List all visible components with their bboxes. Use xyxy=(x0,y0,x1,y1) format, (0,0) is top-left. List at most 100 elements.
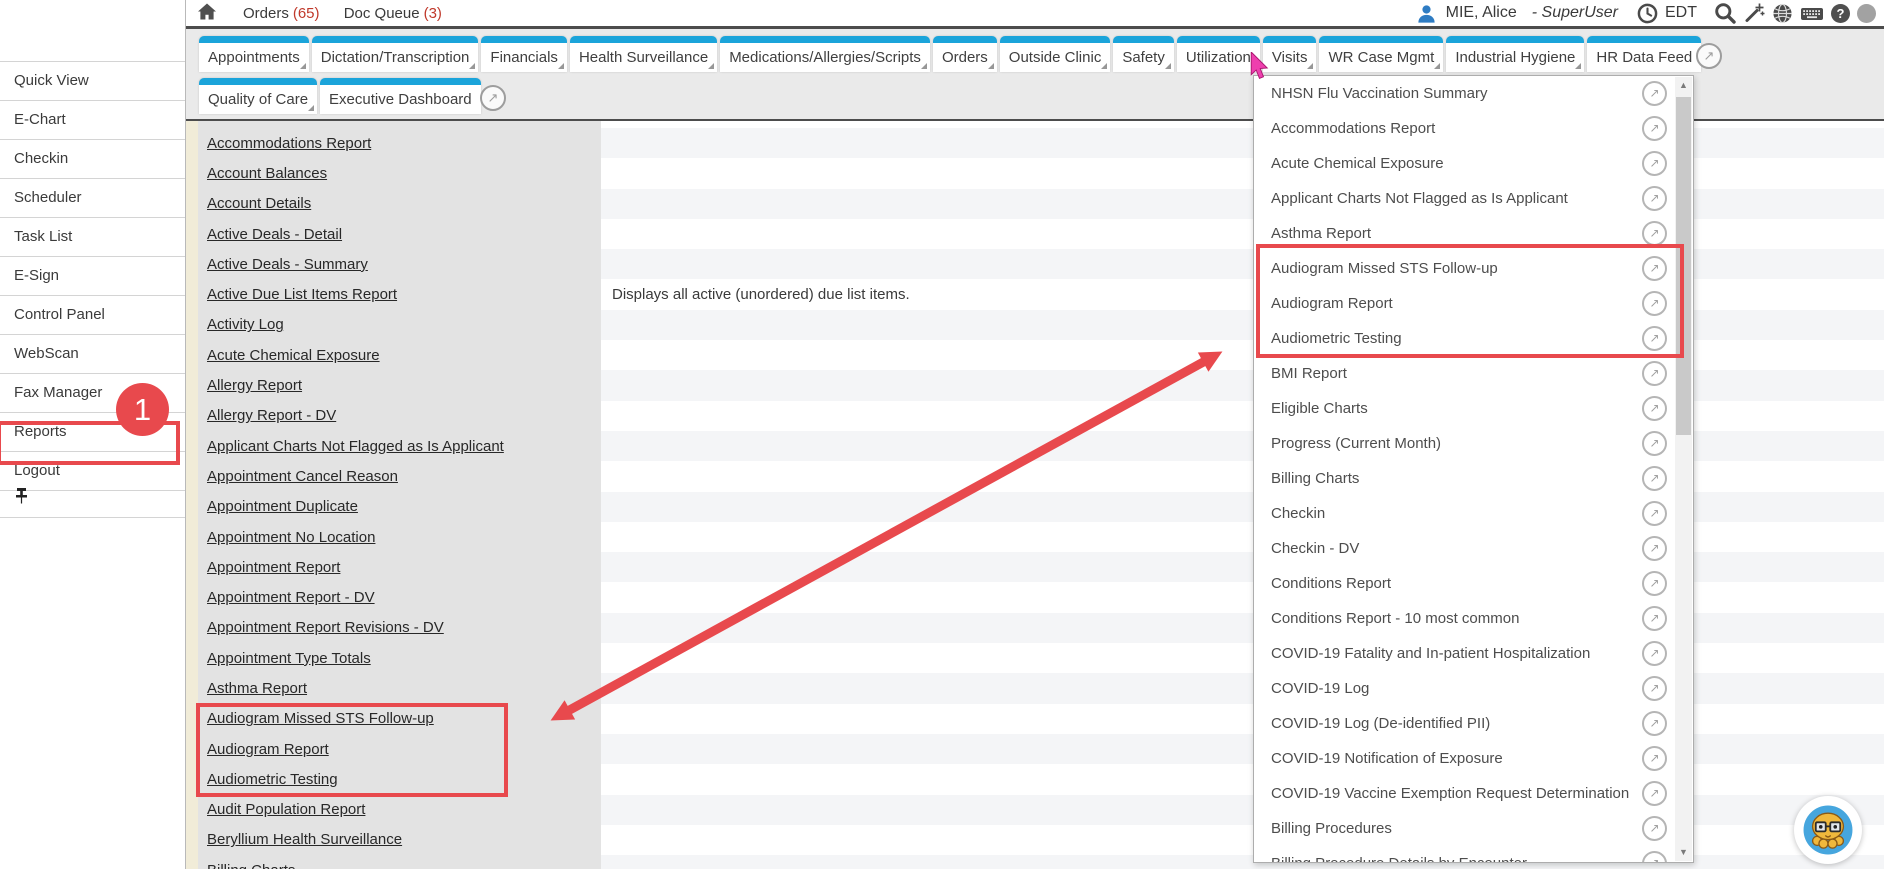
report-link[interactable]: Accommodations Report xyxy=(207,135,371,152)
open-in-new-icon[interactable]: ↗ xyxy=(1642,851,1667,863)
open-in-new-icon[interactable]: ↗ xyxy=(1696,43,1722,69)
menu-item[interactable]: BMI Report ↗ xyxy=(1254,356,1693,391)
home-button[interactable] xyxy=(197,2,217,25)
menu-item[interactable]: COVID-19 Log (De-identified PII) ↗ xyxy=(1254,706,1693,741)
open-in-new-icon[interactable]: ↗ xyxy=(1642,151,1667,176)
menu-item[interactable]: Billing Charts ↗ xyxy=(1254,461,1693,496)
menu-item[interactable]: Checkin ↗ xyxy=(1254,496,1693,531)
menu-item[interactable]: Progress (Current Month) ↗ xyxy=(1254,426,1693,461)
report-link[interactable]: Account Details xyxy=(207,195,311,212)
open-in-new-icon[interactable]: ↗ xyxy=(1642,536,1667,561)
tab[interactable]: Visits xyxy=(1263,36,1317,72)
menu-item[interactable]: Conditions Report ↗ xyxy=(1254,566,1693,601)
sidebar-item[interactable]: Scheduler xyxy=(0,179,185,218)
menu-item[interactable]: Audiometric Testing ↗ xyxy=(1254,321,1693,356)
open-in-new-icon[interactable]: ↗ xyxy=(1642,711,1667,736)
tab[interactable]: Appointments xyxy=(199,36,309,72)
help-icon[interactable]: ? xyxy=(1831,4,1850,23)
report-link[interactable]: Allergy Report xyxy=(207,377,302,394)
open-in-new-icon[interactable]: ↗ xyxy=(1642,116,1667,141)
tab[interactable]: Financials xyxy=(481,36,567,72)
menu-item[interactable]: COVID-19 Vaccine Exemption Request Deter… xyxy=(1254,776,1693,811)
sidebar-item[interactable]: Reports xyxy=(0,413,185,452)
scrollbar-thumb[interactable] xyxy=(1676,97,1691,435)
open-in-new-icon[interactable]: ↗ xyxy=(1642,816,1667,841)
report-link[interactable]: Active Deals - Detail xyxy=(207,226,342,243)
open-in-new-icon[interactable]: ↗ xyxy=(1642,781,1667,806)
open-in-new-icon[interactable]: ↗ xyxy=(1642,256,1667,281)
open-in-new-icon[interactable]: ↗ xyxy=(1642,221,1667,246)
menu-item[interactable]: COVID-19 Log ↗ xyxy=(1254,671,1693,706)
report-link[interactable]: Active Due List Items Report xyxy=(207,286,397,303)
report-link[interactable]: Activity Log xyxy=(207,316,284,333)
report-link[interactable]: Appointment No Location xyxy=(207,529,375,546)
open-in-new-icon[interactable]: ↗ xyxy=(1642,466,1667,491)
report-link[interactable]: Billing Charts xyxy=(207,862,295,869)
open-in-new-icon[interactable]: ↗ xyxy=(1642,291,1667,316)
globe-icon[interactable] xyxy=(1772,3,1793,24)
open-in-new-icon[interactable]: ↗ xyxy=(1642,676,1667,701)
menu-item[interactable]: Billing Procedure Details by Encounter ↗ xyxy=(1254,846,1693,863)
open-in-new-icon[interactable]: ↗ xyxy=(1642,746,1667,771)
tab[interactable]: Executive Dashboard xyxy=(320,78,481,114)
menu-item[interactable]: COVID-19 Fatality and In-patient Hospita… xyxy=(1254,636,1693,671)
report-link[interactable]: Beryllium Health Surveillance xyxy=(207,831,402,848)
menu-item[interactable]: Eligible Charts ↗ xyxy=(1254,391,1693,426)
open-in-new-icon[interactable]: ↗ xyxy=(1642,326,1667,351)
menu-item[interactable]: Audiogram Missed STS Follow-up ↗ xyxy=(1254,251,1693,286)
tab[interactable]: Outside Clinic xyxy=(1000,36,1111,72)
menu-item[interactable]: Applicant Charts Not Flagged as Is Appli… xyxy=(1254,181,1693,216)
open-in-new-icon[interactable]: ↗ xyxy=(1642,431,1667,456)
sidebar-item[interactable]: E-Chart xyxy=(0,101,185,140)
menu-item[interactable]: Asthma Report ↗ xyxy=(1254,216,1693,251)
report-link[interactable]: Asthma Report xyxy=(207,680,307,697)
tab[interactable]: WR Case Mgmt xyxy=(1319,36,1443,72)
tab[interactable]: Quality of Care xyxy=(199,78,317,114)
menu-item[interactable]: COVID-19 Notification of Exposure ↗ xyxy=(1254,741,1693,776)
open-in-new-icon[interactable]: ↗ xyxy=(1642,186,1667,211)
menu-item[interactable]: Acute Chemical Exposure ↗ xyxy=(1254,146,1693,181)
report-link[interactable]: Audiometric Testing xyxy=(207,771,338,788)
open-in-new-icon[interactable]: ↗ xyxy=(1642,361,1667,386)
report-link[interactable]: Audiogram Missed STS Follow-up xyxy=(207,710,434,727)
report-link[interactable]: Appointment Report Revisions - DV xyxy=(207,619,444,636)
open-in-new-icon[interactable]: ↗ xyxy=(1642,81,1667,106)
menu-item[interactable]: Audiogram Report ↗ xyxy=(1254,286,1693,321)
sidebar-item[interactable]: Control Panel xyxy=(0,296,185,335)
menu-item[interactable]: NHSN Flu Vaccination Summary ↗ xyxy=(1254,76,1693,111)
sidebar-item[interactable]: WebScan xyxy=(0,335,185,374)
report-link[interactable]: Account Balances xyxy=(207,165,327,182)
tab[interactable]: Medications/Allergies/Scripts xyxy=(720,36,930,72)
sidebar-item[interactable]: Fax Manager xyxy=(0,374,185,413)
keyboard-icon[interactable] xyxy=(1800,3,1824,24)
open-in-new-icon[interactable]: ↗ xyxy=(1642,641,1667,666)
sidebar-pin-toggle[interactable] xyxy=(0,479,185,518)
report-link[interactable]: Allergy Report - DV xyxy=(207,407,336,424)
clock-icon[interactable] xyxy=(1637,3,1658,24)
report-link[interactable]: Appointment Report xyxy=(207,559,340,576)
open-in-new-icon[interactable]: ↗ xyxy=(480,85,506,111)
menu-item[interactable]: Billing Procedures ↗ xyxy=(1254,811,1693,846)
dropdown-scrollbar[interactable]: ▲ ▼ xyxy=(1675,77,1692,861)
sidebar-item[interactable]: Quick View xyxy=(0,62,185,101)
status-indicator-icon[interactable] xyxy=(1857,4,1876,23)
tab[interactable]: Health Surveillance xyxy=(570,36,717,72)
mascot-help-button[interactable] xyxy=(1794,796,1862,864)
search-icon[interactable] xyxy=(1714,2,1736,24)
report-link[interactable]: Acute Chemical Exposure xyxy=(207,347,380,364)
open-in-new-icon[interactable]: ↗ xyxy=(1642,501,1667,526)
tab[interactable]: Utilization xyxy=(1177,36,1260,72)
report-link[interactable]: Applicant Charts Not Flagged as Is Appli… xyxy=(207,438,504,455)
report-link[interactable]: Appointment Report - DV xyxy=(207,589,375,606)
open-in-new-icon[interactable]: ↗ xyxy=(1642,396,1667,421)
topbar-nav-item[interactable]: Doc Queue(3) xyxy=(344,5,442,22)
report-link[interactable]: Audiogram Report xyxy=(207,741,329,758)
wand-icon[interactable] xyxy=(1743,2,1765,24)
menu-item[interactable]: Checkin - DV ↗ xyxy=(1254,531,1693,566)
sidebar-item[interactable]: Checkin xyxy=(0,140,185,179)
tab[interactable]: HR Data Feed xyxy=(1587,36,1701,72)
tab[interactable]: Safety xyxy=(1113,36,1174,72)
tab[interactable]: Industrial Hygiene xyxy=(1446,36,1584,72)
scroll-up-arrow[interactable]: ▲ xyxy=(1675,77,1692,94)
tab[interactable]: Orders xyxy=(933,36,997,72)
